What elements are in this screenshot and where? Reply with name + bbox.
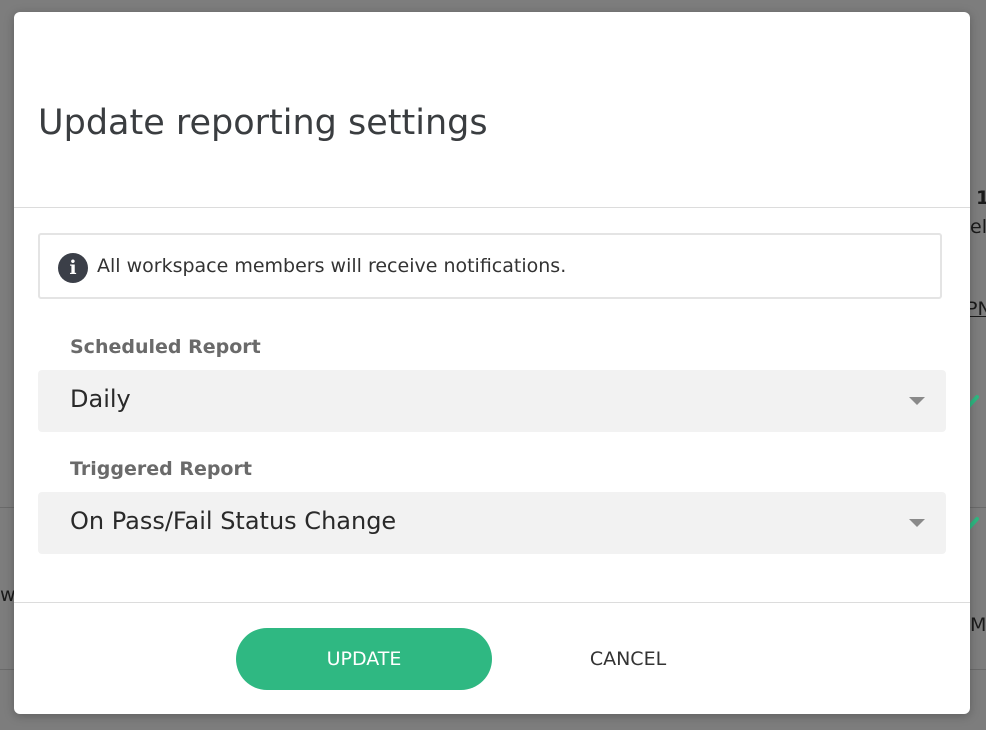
background-text-fragment: 1	[976, 187, 986, 209]
background-divider	[970, 669, 986, 670]
update-button[interactable]: UPDATE	[236, 628, 492, 690]
background-text-fragment: el	[970, 216, 986, 238]
scheduled-report-select[interactable]: Daily	[38, 370, 946, 432]
modal-header: Update reporting settings	[14, 12, 970, 208]
cancel-button[interactable]: CANCEL	[554, 628, 702, 690]
background-divider	[0, 669, 14, 670]
background-divider	[970, 507, 986, 508]
modal-title: Update reporting settings	[38, 103, 488, 143]
triggered-report-value: On Pass/Fail Status Change	[70, 507, 397, 535]
scheduled-report-label: Scheduled Report	[70, 336, 261, 358]
reporting-settings-modal: Update reporting settings i All workspac…	[14, 12, 970, 714]
triggered-report-label: Triggered Report	[70, 458, 252, 480]
caret-down-icon	[909, 397, 925, 405]
scheduled-report-value: Daily	[70, 385, 131, 413]
background-divider	[0, 507, 14, 508]
modal-footer: UPDATE CANCEL	[14, 602, 970, 715]
info-icon: i	[58, 253, 88, 283]
info-notice: i All workspace members will receive not…	[38, 233, 942, 299]
triggered-report-select[interactable]: On Pass/Fail Status Change	[38, 492, 946, 554]
background-text-fragment: M	[970, 614, 986, 636]
info-notice-text: All workspace members will receive notif…	[97, 255, 567, 277]
caret-down-icon	[909, 519, 925, 527]
